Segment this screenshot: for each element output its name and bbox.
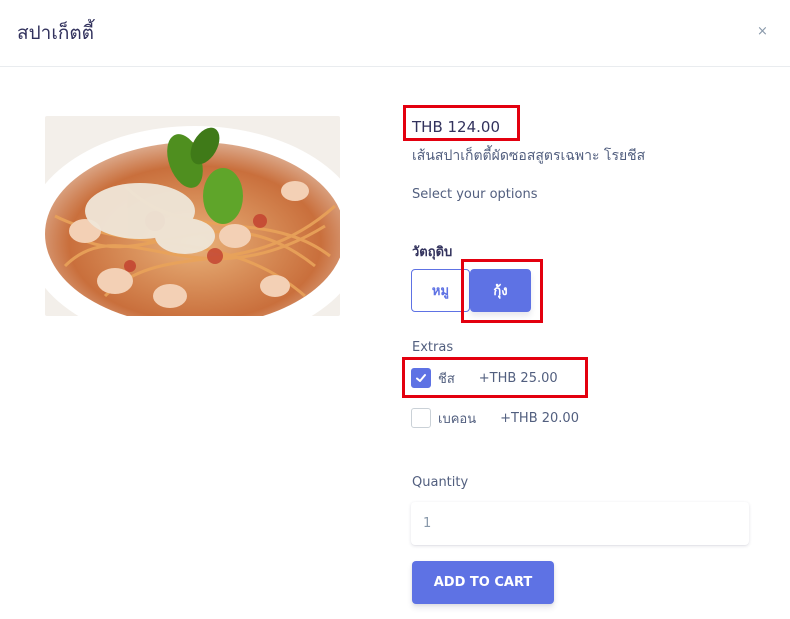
- checkbox-cheese[interactable]: [411, 368, 431, 388]
- quantity-input[interactable]: [411, 502, 749, 545]
- quantity-label: Quantity: [412, 475, 469, 490]
- extra-price: +THB 25.00: [478, 370, 558, 386]
- check-icon: [416, 374, 426, 382]
- modal-title: สปาเก็ตตี้: [17, 22, 95, 44]
- add-to-cart-button[interactable]: ADD TO CART: [412, 561, 554, 604]
- close-icon[interactable]: ×: [757, 24, 768, 39]
- checkbox-bacon[interactable]: [411, 408, 431, 428]
- ingredient-option-pork[interactable]: หมู: [411, 269, 470, 312]
- extra-item-bacon[interactable]: เบคอน +THB 20.00: [411, 408, 579, 428]
- ingredient-option-shrimp[interactable]: กุ้ง: [470, 269, 531, 312]
- extra-name: ชีส: [438, 371, 455, 387]
- extra-name: เบคอน: [438, 411, 477, 427]
- product-description: เส้นสปาเก็ตตี้ผัดซอสสูตรเฉพาะ โรยชีส: [412, 148, 646, 164]
- modal-header: สปาเก็ตตี้ ×: [0, 0, 790, 67]
- ingredient-label: วัตถุดิบ: [412, 245, 453, 260]
- extra-item-cheese[interactable]: ชีส +THB 25.00: [411, 368, 558, 388]
- options-heading: Select your options: [412, 187, 538, 202]
- product-image: [45, 116, 340, 316]
- product-price: THB 124.00: [412, 118, 500, 136]
- extra-price: +THB 20.00: [500, 410, 579, 426]
- extras-label: Extras: [412, 340, 454, 355]
